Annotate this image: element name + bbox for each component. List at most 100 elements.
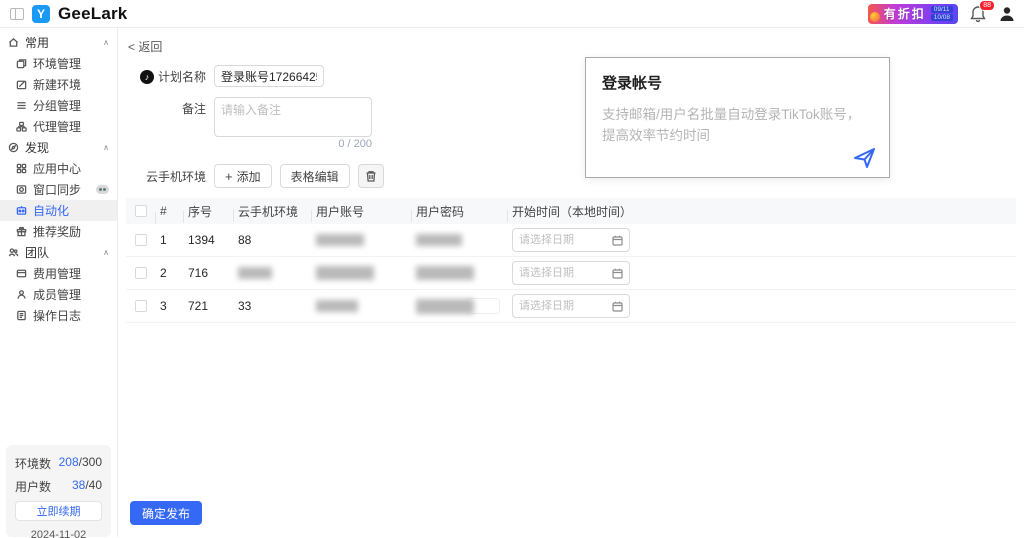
edit-icon xyxy=(16,79,27,90)
col-account: 用户账号 xyxy=(312,203,412,220)
sidebar-item-referral-rewards[interactable]: 推荐奖励 xyxy=(0,221,117,242)
confirm-publish-button[interactable]: 确定发布 xyxy=(130,501,202,525)
row-checkbox[interactable] xyxy=(135,267,147,279)
user-avatar[interactable] xyxy=(998,5,1016,23)
renew-button[interactable]: 立即续期 xyxy=(15,501,102,521)
user-count-used: 38 xyxy=(72,478,85,492)
row-checkbox[interactable] xyxy=(135,300,147,312)
geelark-logo-icon: Y xyxy=(32,5,50,23)
user-count-label: 用户数 xyxy=(15,478,51,495)
col-start-time: 开始时间（本地时间） xyxy=(508,203,1016,220)
start-date-picker[interactable] xyxy=(512,294,630,318)
table-row: 2 716 xyxy=(126,257,1016,290)
send-icon[interactable] xyxy=(853,147,877,169)
env-count-total: /300 xyxy=(79,455,102,469)
redacted-password xyxy=(416,234,462,246)
home-icon xyxy=(8,37,19,48)
sidebar-item-window-sync[interactable]: 窗口同步 xyxy=(0,179,117,200)
promo-banner[interactable]: 有折扣 09/11 10/08 xyxy=(868,4,958,24)
redacted-password xyxy=(416,299,474,314)
list-icon xyxy=(16,100,27,111)
calendar-icon xyxy=(612,235,623,246)
user-count-total: /40 xyxy=(85,478,102,492)
table-row: 3 721 33 xyxy=(126,290,1016,323)
log-icon xyxy=(16,310,27,321)
note-char-counter: 0 / 200 xyxy=(338,138,372,150)
sidebar-item-env-manage[interactable]: 环境管理 xyxy=(0,53,117,74)
sidebar-item-group-manage[interactable]: 分组管理 xyxy=(0,95,117,116)
start-date-picker[interactable] xyxy=(512,228,630,252)
notification-badge: 88 xyxy=(979,0,995,11)
login-account-tooltip: 登录帐号 支持邮箱/用户名批量自动登录TikTok账号，提高效率节约时间 xyxy=(585,57,890,178)
redacted-account xyxy=(316,234,364,246)
calendar-icon xyxy=(612,268,623,279)
note-textarea[interactable] xyxy=(214,97,372,137)
sidebar-item-automation[interactable]: 自动化 xyxy=(0,200,117,221)
tooltip-description: 支持邮箱/用户名批量自动登录TikTok账号，提高效率节约时间 xyxy=(602,105,873,147)
table-header: # 序号 云手机环境 用户账号 用户密码 开始时间（本地时间） xyxy=(126,198,1016,224)
card-icon xyxy=(16,268,27,279)
apps-grid-icon xyxy=(16,163,27,174)
notifications-button[interactable]: 88 xyxy=(968,4,988,24)
vr-goggles-badge-icon xyxy=(96,185,109,194)
sidebar-section-common[interactable]: 常用 ∧ xyxy=(0,32,117,53)
sync-window-icon xyxy=(16,184,27,195)
select-all-checkbox[interactable] xyxy=(135,205,147,217)
redacted-env xyxy=(238,267,272,279)
main-content: < 返回 ♪ 计划名称 备注 0 / 200 云手机环境 + 添加 表格编辑 xyxy=(118,28,1024,537)
col-env: 云手机环境 xyxy=(234,203,312,220)
automation-icon xyxy=(16,205,27,216)
promo-date-start: 09/11 xyxy=(931,6,953,13)
delete-button[interactable] xyxy=(358,164,384,188)
compass-icon xyxy=(8,142,19,153)
promo-label: 有折扣 xyxy=(884,5,926,22)
env-count-label: 环境数 xyxy=(15,455,51,472)
redacted-account xyxy=(316,266,374,280)
tiktok-icon: ♪ xyxy=(140,70,154,84)
add-button[interactable]: + 添加 xyxy=(214,164,272,188)
col-index: # xyxy=(156,204,184,218)
row-checkbox[interactable] xyxy=(135,234,147,246)
redacted-password xyxy=(416,266,474,280)
sidebar-item-app-center[interactable]: 应用中心 xyxy=(0,158,117,179)
env-table: # 序号 云手机环境 用户账号 用户密码 开始时间（本地时间） 1 1394 8… xyxy=(126,198,1016,323)
chevron-up-icon: ∧ xyxy=(103,143,109,152)
chevron-up-icon: ∧ xyxy=(103,38,109,47)
expiry-date: 2024-11-02 xyxy=(15,529,102,538)
note-label: 备注 xyxy=(182,100,206,117)
table-edit-button[interactable]: 表格编辑 xyxy=(280,164,350,188)
sidebar-section-team[interactable]: 团队 ∧ xyxy=(0,242,117,263)
logo-text: GeeLark xyxy=(58,4,127,24)
gift-icon xyxy=(16,226,27,237)
member-icon xyxy=(16,289,27,300)
trash-icon xyxy=(365,170,377,183)
plus-icon: + xyxy=(225,170,233,183)
sidebar-section-discover[interactable]: 发现 ∧ xyxy=(0,137,117,158)
sidebar-item-new-env[interactable]: 新建环境 xyxy=(0,74,117,95)
team-icon xyxy=(8,247,19,258)
tooltip-title: 登录帐号 xyxy=(602,72,873,93)
back-link[interactable]: < 返回 xyxy=(128,38,1024,55)
plan-name-label: 计划名称 xyxy=(158,68,206,85)
col-serial: 序号 xyxy=(184,203,234,220)
redacted-account xyxy=(316,300,358,312)
promo-decoration xyxy=(870,12,880,22)
env-count-used: 208 xyxy=(59,455,79,469)
sidebar-item-operation-log[interactable]: 操作日志 xyxy=(0,305,117,326)
sidebar: 常用 ∧ 环境管理 新建环境 分组管理 代理管理 发现 xyxy=(0,28,118,537)
plan-name-input[interactable] xyxy=(214,65,324,87)
sidebar-item-billing[interactable]: 费用管理 xyxy=(0,263,117,284)
table-row: 1 1394 88 xyxy=(126,224,1016,257)
windows-stack-icon xyxy=(16,58,27,69)
collapse-sidebar-icon[interactable] xyxy=(10,8,24,20)
sidebar-item-proxy-manage[interactable]: 代理管理 xyxy=(0,116,117,137)
cloud-phone-env-label: 云手机环境 xyxy=(126,168,214,185)
network-icon xyxy=(16,121,27,132)
chevron-up-icon: ∧ xyxy=(103,248,109,257)
sidebar-item-members[interactable]: 成员管理 xyxy=(0,284,117,305)
quota-panel: 环境数 208/300 用户数 38/40 立即续期 2024-11-02 xyxy=(6,445,111,537)
col-password: 用户密码 xyxy=(412,203,508,220)
top-bar: Y GeeLark 有折扣 09/11 10/08 88 xyxy=(0,0,1024,28)
promo-date-end: 10/08 xyxy=(931,14,953,21)
start-date-picker[interactable] xyxy=(512,261,630,285)
